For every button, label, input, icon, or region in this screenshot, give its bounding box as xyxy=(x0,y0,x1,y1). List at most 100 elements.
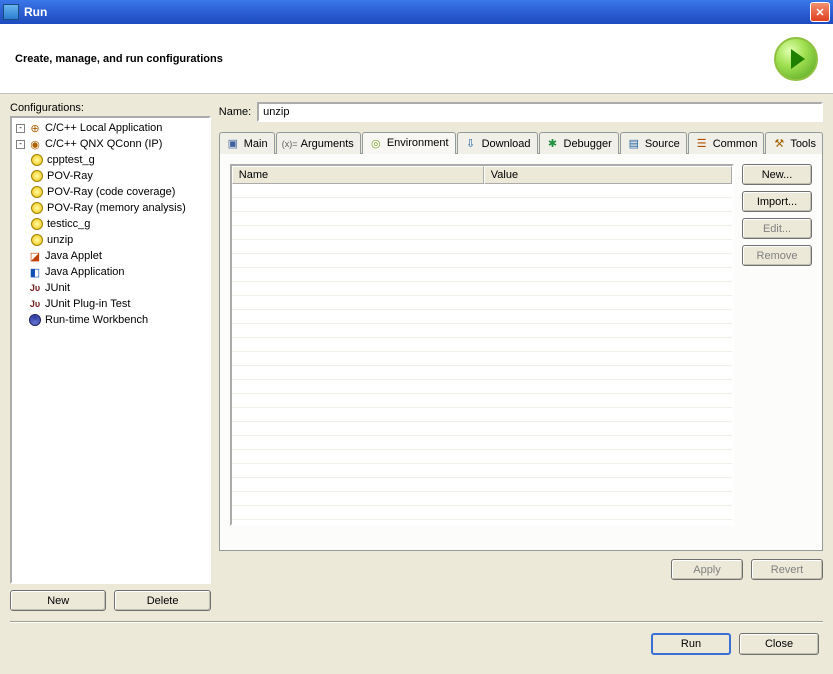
tree-item[interactable]: testicc_g xyxy=(14,216,207,232)
run-config-icon xyxy=(30,153,44,167)
src-icon: ▤ xyxy=(627,137,641,151)
apply-button[interactable]: Apply xyxy=(671,559,743,580)
tab-label: Arguments xyxy=(301,138,354,150)
window-close-button[interactable]: ✕ xyxy=(810,2,830,22)
env-row[interactable] xyxy=(232,352,732,366)
tab-arguments[interactable]: (x)= Arguments xyxy=(276,132,361,154)
dl-icon: ⇩ xyxy=(464,137,478,151)
env-row[interactable] xyxy=(232,492,732,506)
env-table[interactable]: Name Value xyxy=(230,164,734,526)
env-row[interactable] xyxy=(232,310,732,324)
tree-item-label: Run-time Workbench xyxy=(45,314,148,326)
close-button[interactable]: Close xyxy=(739,633,819,655)
eclipse-icon xyxy=(28,313,42,327)
tree-item-label: cpptest_g xyxy=(47,154,95,166)
tree-item[interactable]: -◉C/C++ QNX QConn (IP) xyxy=(14,136,207,152)
env-row[interactable] xyxy=(232,436,732,450)
run-icon xyxy=(774,37,818,81)
new-config-button[interactable]: New xyxy=(10,590,106,611)
env-row[interactable] xyxy=(232,198,732,212)
tab-download[interactable]: ⇩ Download xyxy=(457,132,538,154)
env-row[interactable] xyxy=(232,380,732,394)
tab-label: Source xyxy=(645,138,680,150)
env-row[interactable] xyxy=(232,226,732,240)
env-row[interactable] xyxy=(232,422,732,436)
tree-item[interactable]: ◧Java Application xyxy=(14,264,207,280)
env-icon: ◎ xyxy=(369,136,383,150)
c-app-icon: ⊕ xyxy=(28,121,42,135)
tree-item-label: testicc_g xyxy=(47,218,90,230)
run-config-icon xyxy=(30,233,44,247)
env-row[interactable] xyxy=(232,268,732,282)
run-config-icon xyxy=(30,169,44,183)
tab-label: Main xyxy=(244,138,268,150)
tree-item[interactable]: ◪Java Applet xyxy=(14,248,207,264)
junit-icon: Jᴜ xyxy=(28,281,42,295)
junit-icon: Jᴜ xyxy=(28,297,42,311)
tree-item[interactable]: unzip xyxy=(14,232,207,248)
env-row[interactable] xyxy=(232,282,732,296)
tree-item-label: Java Applet xyxy=(45,250,102,262)
separator xyxy=(10,621,823,623)
tree-item-label: JUnit Plug-in Test xyxy=(45,298,130,310)
tab-tools[interactable]: ⚒Tools xyxy=(765,132,823,154)
env-row[interactable] xyxy=(232,366,732,380)
env-row[interactable] xyxy=(232,464,732,478)
env-row[interactable] xyxy=(232,296,732,310)
tree-item[interactable]: cpptest_g xyxy=(14,152,207,168)
env-row[interactable] xyxy=(232,338,732,352)
env-row[interactable] xyxy=(232,478,732,492)
delete-config-button[interactable]: Delete xyxy=(114,590,210,611)
tab-source[interactable]: ▤ Source xyxy=(620,132,687,154)
tree-toggle[interactable]: - xyxy=(16,140,25,149)
tab-environment[interactable]: ◎Environment xyxy=(362,132,456,154)
env-col-name[interactable]: Name xyxy=(232,166,484,184)
tree-toggle[interactable]: - xyxy=(16,124,25,133)
tab-debugger[interactable]: ✱ Debugger xyxy=(539,132,619,154)
configurations-tree[interactable]: -⊕C/C++ Local Application-◉C/C++ QNX QCo… xyxy=(10,116,211,584)
env-row[interactable] xyxy=(232,506,732,520)
env-row[interactable] xyxy=(232,408,732,422)
env-row[interactable] xyxy=(232,212,732,226)
tree-item[interactable]: JᴜJUnit xyxy=(14,280,207,296)
env-row[interactable] xyxy=(232,324,732,338)
app-icon xyxy=(3,4,19,20)
java-app-icon: ◧ xyxy=(28,265,42,279)
name-label: Name: xyxy=(219,106,251,118)
name-input[interactable] xyxy=(257,102,823,122)
tab-content-environment: Name Value New... Import... Edit... Remo… xyxy=(219,153,823,551)
tree-item[interactable]: POV-Ray (code coverage) xyxy=(14,184,207,200)
tree-item[interactable]: POV-Ray (memory analysis) xyxy=(14,200,207,216)
tab-label: Debugger xyxy=(564,138,612,150)
tree-item[interactable]: -⊕C/C++ Local Application xyxy=(14,120,207,136)
env-edit-button[interactable]: Edit... xyxy=(742,218,812,239)
tree-item[interactable]: Run-time Workbench xyxy=(14,312,207,328)
env-row[interactable] xyxy=(232,450,732,464)
dbg-icon: ✱ xyxy=(546,137,560,151)
env-row[interactable] xyxy=(232,184,732,198)
env-row[interactable] xyxy=(232,240,732,254)
tab-main[interactable]: ▣Main xyxy=(219,132,275,154)
tree-item-label: Java Application xyxy=(45,266,125,278)
java-applet-icon: ◪ xyxy=(28,249,42,263)
tab-common[interactable]: ☰Common xyxy=(688,132,765,154)
tab-label: Download xyxy=(482,138,531,150)
tree-item-label: C/C++ Local Application xyxy=(45,122,162,134)
env-remove-button[interactable]: Remove xyxy=(742,245,812,266)
header: Create, manage, and run configurations xyxy=(0,24,833,94)
env-row[interactable] xyxy=(232,394,732,408)
env-row[interactable] xyxy=(232,254,732,268)
configurations-label: Configurations: xyxy=(10,102,211,114)
env-import-button[interactable]: Import... xyxy=(742,191,812,212)
tree-item-label: JUnit xyxy=(45,282,70,294)
revert-button[interactable]: Revert xyxy=(751,559,823,580)
env-col-value[interactable]: Value xyxy=(484,166,732,184)
env-new-button[interactable]: New... xyxy=(742,164,812,185)
run-config-icon xyxy=(30,185,44,199)
run-button[interactable]: Run xyxy=(651,633,731,655)
tree-item[interactable]: JᴜJUnit Plug-in Test xyxy=(14,296,207,312)
tab-label: Tools xyxy=(790,138,816,150)
tab-bar: ▣Main (x)= Arguments ◎Environment ⇩ Download ✱… xyxy=(219,132,823,154)
tree-item[interactable]: POV-Ray xyxy=(14,168,207,184)
args-icon: (x)= xyxy=(283,137,297,151)
